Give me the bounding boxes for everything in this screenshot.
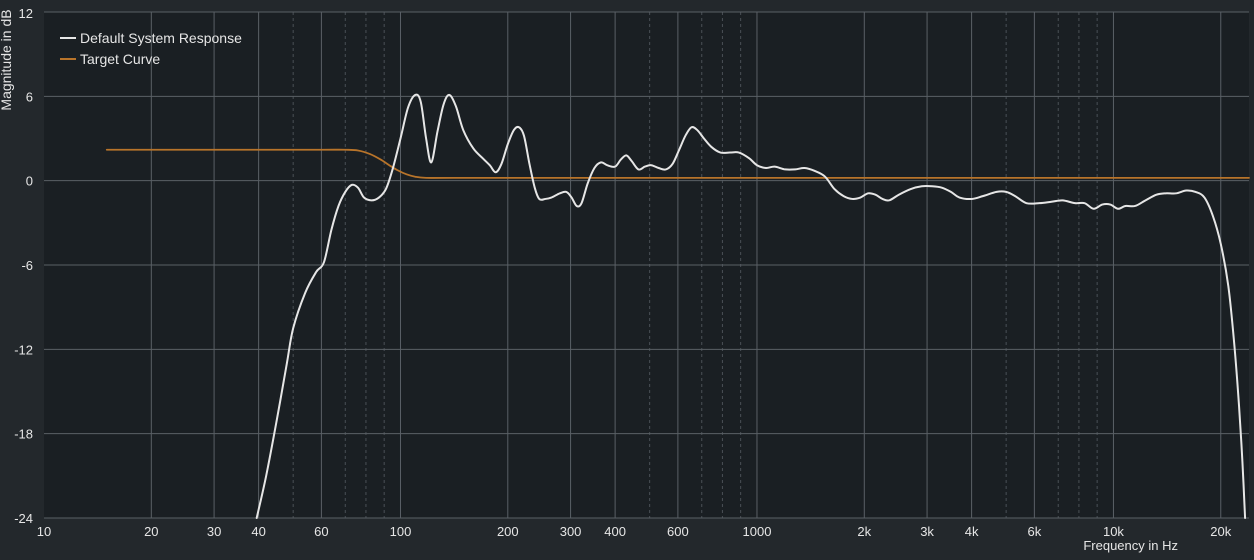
x-tick-label: 60: [314, 524, 328, 539]
y-axis-label: Magnitude in dB: [0, 9, 14, 110]
x-tick-label: 600: [667, 524, 689, 539]
legend-label-target-curve: Target Curve: [80, 51, 160, 67]
x-tick-label: 10k: [1103, 524, 1124, 539]
x-tick-label: 3k: [920, 524, 934, 539]
x-tick-label: 4k: [965, 524, 979, 539]
x-tick-label: 40: [251, 524, 265, 539]
x-tick-label: 10: [37, 524, 51, 539]
legend-item-default-system-response: Default System Response: [60, 30, 242, 46]
x-tick-label: 20k: [1210, 524, 1231, 539]
legend-label-default-system-response: Default System Response: [80, 30, 242, 46]
x-tick-label: 300: [560, 524, 582, 539]
y-tick-label: -12: [14, 342, 33, 357]
y-tick-label: -24: [14, 511, 33, 526]
x-tick-label: 400: [604, 524, 626, 539]
x-tick-label: 2k: [857, 524, 871, 539]
x-axis-label: Frequency in Hz: [1083, 538, 1178, 553]
x-tick-label: 100: [390, 524, 412, 539]
x-tick-label: 30: [207, 524, 221, 539]
x-tick-label: 6k: [1028, 524, 1042, 539]
y-tick-label: 12: [19, 6, 33, 21]
y-tick-label: 6: [26, 89, 33, 104]
y-tick-label: 0: [26, 174, 33, 189]
x-tick-label: 20: [144, 524, 158, 539]
y-tick-label: -18: [14, 427, 33, 442]
frequency-response-chart: 1260-6-12-18-24 10 20 30 40 60 100 200 300 400 60…: [0, 0, 1254, 560]
y-tick-label: -6: [21, 258, 33, 273]
x-tick-label: 200: [497, 524, 519, 539]
x-tick-label: 1000: [743, 524, 772, 539]
